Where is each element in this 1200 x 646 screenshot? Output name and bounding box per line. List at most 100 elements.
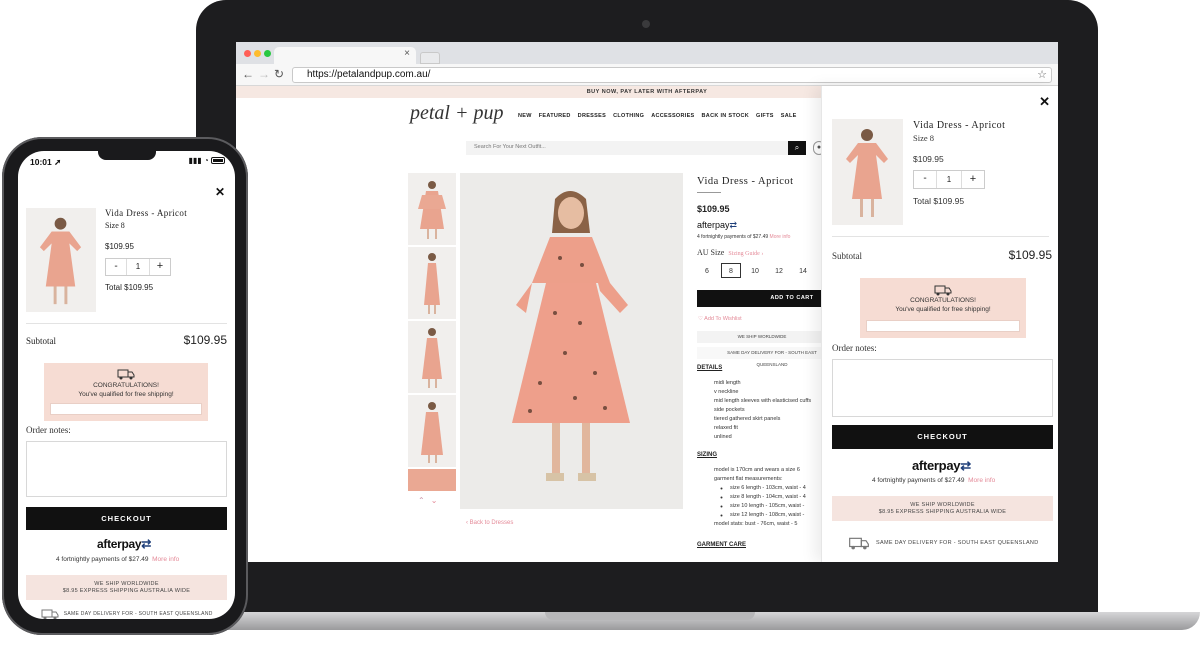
site-search-input[interactable]: Search For Your Next Outfit...	[466, 141, 806, 155]
reload-icon[interactable]: ↻	[274, 67, 284, 81]
afterpay-arrow-icon: ⇄	[729, 220, 738, 230]
browser-tab[interactable]: ×	[274, 47, 416, 64]
cart-item-price: $109.95	[105, 242, 134, 251]
size-option-10[interactable]: 10	[745, 263, 765, 278]
nav-item-accessories[interactable]: ACCESSORIES	[651, 113, 694, 119]
same-day-text: SAME DAY DELIVERY FOR - SOUTH EAST QUEEN…	[63, 611, 213, 617]
close-icon[interactable]: ✕	[1039, 94, 1050, 110]
congrats-title: CONGRATULATIONS!	[93, 382, 159, 389]
list-item: side pockets	[714, 406, 836, 415]
order-notes-textarea[interactable]	[832, 359, 1053, 417]
afterpay-line-text: 4 fortnightly payments of $27.49	[872, 477, 965, 484]
ship-worldwide-text: WE SHIP WORLDWIDE	[910, 502, 975, 508]
close-icon[interactable]: ✕	[215, 185, 225, 199]
minimize-window-icon[interactable]	[254, 50, 261, 57]
cart-item-image[interactable]	[832, 119, 903, 225]
free-shipping-notice: CONGRATULATIONS! You've qualified for fr…	[44, 363, 208, 421]
checkout-button[interactable]: CHECKOUT	[832, 425, 1053, 449]
size-option-14[interactable]: 14	[793, 263, 813, 278]
chevron-down-icon[interactable]: ⌄	[431, 496, 444, 505]
camera-icon	[642, 20, 650, 28]
cart-item-price: $109.95	[913, 154, 944, 164]
truck-icon	[41, 609, 59, 619]
new-tab-button[interactable]	[420, 52, 440, 64]
product-thumbnail[interactable]	[408, 173, 456, 245]
afterpay-logo-text: afterpay	[697, 220, 730, 230]
shipping-progress-bar	[50, 403, 202, 415]
nav-item-gifts[interactable]: GIFTS	[756, 113, 774, 119]
cart-item-image[interactable]	[26, 208, 96, 312]
tab-close-icon[interactable]: ×	[404, 48, 410, 59]
maximize-window-icon[interactable]	[264, 50, 271, 57]
afterpay-more-info-link[interactable]: More info	[968, 477, 995, 484]
size-label-text: AU Size	[697, 248, 725, 257]
chevron-up-icon[interactable]: ⌃	[418, 496, 431, 505]
subtotal-label: Subtotal	[832, 251, 863, 261]
details-list: midi length v neckline mid length sleeve…	[706, 379, 836, 442]
nav-item-featured[interactable]: FEATURED	[539, 113, 571, 119]
address-bar[interactable]: https://petalandpup.com.au/ ☆	[292, 67, 1052, 83]
nav-item-new[interactable]: NEW	[518, 113, 532, 119]
truck-icon	[848, 537, 869, 549]
main-nav: NEW FEATURED DRESSES CLOTHING ACCESSORIE…	[518, 113, 797, 119]
details-heading[interactable]: DETAILS	[697, 365, 722, 371]
product-thumbnail[interactable]	[408, 247, 456, 319]
quantity-decrease-button[interactable]: -	[106, 259, 126, 275]
subtotal-value: $109.95	[1008, 248, 1052, 262]
sizing-heading[interactable]: SIZING	[697, 452, 717, 458]
phone-screen: 10:01 ➚ ▮▮▮ ◔ ✕ Vida Dress - Apricot Siz…	[18, 151, 235, 619]
nav-item-sale[interactable]: SALE	[781, 113, 797, 119]
product-main-image[interactable]	[460, 173, 683, 509]
bookmark-star-icon[interactable]: ☆	[1037, 68, 1047, 81]
product-title: Vida Dress - Apricot	[697, 176, 794, 187]
nav-item-dresses[interactable]: DRESSES	[578, 113, 606, 119]
sizing-guide-link[interactable]: Sizing Guide ›	[728, 251, 763, 257]
afterpay-arrow-icon: ⇄	[141, 537, 152, 551]
cart-item-total: Total $109.95	[105, 283, 154, 292]
nav-item-back-in-stock[interactable]: BACK IN STOCK	[702, 113, 750, 119]
sizing-list: model is 170cm and wears a size 6 garmen…	[706, 466, 836, 529]
cart-item-name[interactable]: Vida Dress - Apricot	[105, 208, 187, 218]
size-option-12[interactable]: 12	[769, 263, 789, 278]
product-thumbnail[interactable]	[408, 321, 456, 393]
thumbnail-arrows[interactable]: ⌃⌄	[418, 496, 443, 505]
checkout-button[interactable]: CHECKOUT	[26, 507, 227, 530]
size-option-6[interactable]: 6	[697, 263, 717, 278]
close-window-icon[interactable]	[244, 50, 251, 57]
quantity-decrease-button[interactable]: -	[914, 171, 936, 188]
product-thumbnail[interactable]	[408, 469, 456, 491]
wishlist-label: Add To Wishlist	[704, 316, 742, 322]
quantity-increase-button[interactable]: +	[962, 171, 984, 188]
shipping-progress-bar	[866, 320, 1020, 332]
afterpay-installments: 4 fortnightly payments of $27.49 More in…	[56, 556, 179, 563]
product-thumbnail[interactable]	[408, 395, 456, 467]
free-shipping-notice: CONGRATULATIONS! You've qualified for fr…	[860, 278, 1026, 338]
afterpay-installments: 4 fortnightly payments of $27.49 More in…	[697, 234, 790, 240]
back-to-dresses-link[interactable]: ‹ Back to Dresses	[466, 520, 513, 526]
quantity-input[interactable]: 1	[936, 171, 962, 188]
add-to-wishlist-link[interactable]: ♡ Add To Wishlist	[698, 316, 742, 322]
afterpay-more-info-link[interactable]: More info	[770, 234, 791, 240]
heart-icon: ♡	[698, 316, 703, 322]
cart-item-name[interactable]: Vida Dress - Apricot	[913, 120, 1005, 131]
garment-care-heading[interactable]: GARMENT CARE	[697, 542, 746, 548]
back-arrow-icon[interactable]: ←	[242, 67, 254, 81]
list-item: model is 170cm and wears a size 6	[714, 466, 836, 475]
product-thumbnails	[408, 173, 458, 493]
nav-item-clothing[interactable]: CLOTHING	[613, 113, 644, 119]
afterpay-more-info-link[interactable]: More info	[152, 556, 179, 563]
truck-icon	[117, 369, 135, 380]
product-price: $109.95	[697, 204, 730, 214]
order-notes-textarea[interactable]	[26, 441, 227, 497]
forward-arrow-icon[interactable]: →	[258, 67, 270, 81]
size-option-8[interactable]: 8	[721, 263, 741, 278]
cart-item-total: Total $109.95	[913, 196, 965, 206]
quantity-increase-button[interactable]: +	[150, 259, 170, 275]
add-to-cart-button[interactable]: ADD TO CART	[697, 290, 827, 307]
afterpay-arrow-icon: ⇄	[960, 458, 971, 473]
title-divider	[697, 192, 721, 193]
site-logo[interactable]: petal + pup	[410, 102, 504, 125]
search-button[interactable]: ⌕	[788, 141, 806, 155]
quantity-input[interactable]: 1	[126, 259, 150, 275]
list-item: v neckline	[714, 388, 836, 397]
